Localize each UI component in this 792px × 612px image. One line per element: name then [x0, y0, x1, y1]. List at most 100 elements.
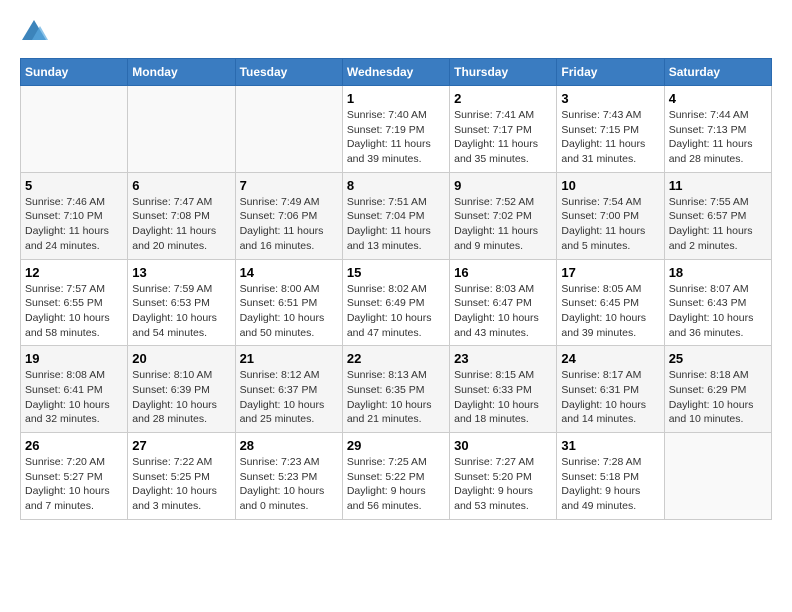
- day-info: Sunrise: 7:44 AM Sunset: 7:13 PM Dayligh…: [669, 108, 767, 167]
- col-header-thursday: Thursday: [450, 59, 557, 86]
- calendar-cell: 5Sunrise: 7:46 AM Sunset: 7:10 PM Daylig…: [21, 172, 128, 259]
- day-info: Sunrise: 8:05 AM Sunset: 6:45 PM Dayligh…: [561, 282, 659, 341]
- day-info: Sunrise: 7:54 AM Sunset: 7:00 PM Dayligh…: [561, 195, 659, 254]
- col-header-sunday: Sunday: [21, 59, 128, 86]
- col-header-friday: Friday: [557, 59, 664, 86]
- calendar-cell: 1 Sunrise: 7:40 AM Sunset: 7:19 PM Daylig…: [342, 86, 449, 173]
- calendar-cell: 13Sunrise: 7:59 AM Sunset: 6:53 PM Dayli…: [128, 259, 235, 346]
- logo-icon: [20, 18, 48, 46]
- day-number: 17: [561, 265, 659, 280]
- calendar-cell: 28 Sunrise: 7:23 AM Sunset: 5:23 PM Dayli…: [235, 433, 342, 520]
- calendar-cell: 4 Sunrise: 7:44 AM Sunset: 7:13 PM Daylig…: [664, 86, 771, 173]
- day-info: Sunrise: 7:46 AM Sunset: 7:10 PM Dayligh…: [25, 195, 123, 254]
- calendar-cell: 25Sunrise: 8:18 AM Sunset: 6:29 PM Dayli…: [664, 346, 771, 433]
- day-info: Sunrise: 7:55 AM Sunset: 6:57 PM Dayligh…: [669, 195, 767, 254]
- day-info: Sunrise: 7:59 AM Sunset: 6:53 PM Dayligh…: [132, 282, 230, 341]
- calendar-cell: [235, 86, 342, 173]
- calendar-cell: 7 Sunrise: 7:49 AM Sunset: 7:06 PM Daylig…: [235, 172, 342, 259]
- calendar-cell: 29 Sunrise: 7:25 AM Sunset: 5:22 PM Dayli…: [342, 433, 449, 520]
- col-header-saturday: Saturday: [664, 59, 771, 86]
- calendar-cell: [128, 86, 235, 173]
- day-info: Sunrise: 7:25 AM Sunset: 5:22 PM Dayligh…: [347, 455, 445, 514]
- day-info: Sunrise: 7:57 AM Sunset: 6:55 PM Dayligh…: [25, 282, 123, 341]
- col-header-wednesday: Wednesday: [342, 59, 449, 86]
- day-number: 25: [669, 351, 767, 366]
- calendar-header: SundayMondayTuesdayWednesdayThursdayFrid…: [21, 59, 772, 86]
- day-info: Sunrise: 7:20 AM Sunset: 5:27 PM Dayligh…: [25, 455, 123, 514]
- calendar-table: SundayMondayTuesdayWednesdayThursdayFrid…: [20, 58, 772, 520]
- calendar-cell: 19 Sunrise: 8:08 AM Sunset: 6:41 PM Dayli…: [21, 346, 128, 433]
- calendar-cell: 30Sunrise: 7:27 AM Sunset: 5:20 PM Dayli…: [450, 433, 557, 520]
- day-info: Sunrise: 7:51 AM Sunset: 7:04 PM Dayligh…: [347, 195, 445, 254]
- day-number: 22: [347, 351, 445, 366]
- day-number: 2: [454, 91, 552, 106]
- calendar-cell: 20 Sunrise: 8:10 AM Sunset: 6:39 PM Dayli…: [128, 346, 235, 433]
- day-number: 15: [347, 265, 445, 280]
- day-info: Sunrise: 7:49 AM Sunset: 7:06 PM Dayligh…: [240, 195, 338, 254]
- day-number: 19: [25, 351, 123, 366]
- day-number: 24: [561, 351, 659, 366]
- calendar-cell: 27 Sunrise: 7:22 AM Sunset: 5:25 PM Dayli…: [128, 433, 235, 520]
- logo: [20, 20, 51, 48]
- day-info: Sunrise: 7:43 AM Sunset: 7:15 PM Dayligh…: [561, 108, 659, 167]
- calendar-cell: 2 Sunrise: 7:41 AM Sunset: 7:17 PM Daylig…: [450, 86, 557, 173]
- day-info: Sunrise: 8:03 AM Sunset: 6:47 PM Dayligh…: [454, 282, 552, 341]
- calendar-cell: 21 Sunrise: 8:12 AM Sunset: 6:37 PM Dayli…: [235, 346, 342, 433]
- day-number: 21: [240, 351, 338, 366]
- calendar-cell: 6Sunrise: 7:47 AM Sunset: 7:08 PM Daylig…: [128, 172, 235, 259]
- day-number: 3: [561, 91, 659, 106]
- calendar-cell: 3 Sunrise: 7:43 AM Sunset: 7:15 PM Daylig…: [557, 86, 664, 173]
- day-number: 23: [454, 351, 552, 366]
- day-info: Sunrise: 7:41 AM Sunset: 7:17 PM Dayligh…: [454, 108, 552, 167]
- day-number: 16: [454, 265, 552, 280]
- col-header-monday: Monday: [128, 59, 235, 86]
- col-header-tuesday: Tuesday: [235, 59, 342, 86]
- day-number: 12: [25, 265, 123, 280]
- calendar-cell: 17 Sunrise: 8:05 AM Sunset: 6:45 PM Dayli…: [557, 259, 664, 346]
- day-info: Sunrise: 7:22 AM Sunset: 5:25 PM Dayligh…: [132, 455, 230, 514]
- calendar-cell: [664, 433, 771, 520]
- day-info: Sunrise: 8:10 AM Sunset: 6:39 PM Dayligh…: [132, 368, 230, 427]
- day-info: Sunrise: 7:28 AM Sunset: 5:18 PM Dayligh…: [561, 455, 659, 514]
- day-number: 31: [561, 438, 659, 453]
- calendar-week-1: 1 Sunrise: 7:40 AM Sunset: 7:19 PM Daylig…: [21, 86, 772, 173]
- calendar-cell: 15 Sunrise: 8:02 AM Sunset: 6:49 PM Dayli…: [342, 259, 449, 346]
- calendar-week-2: 5Sunrise: 7:46 AM Sunset: 7:10 PM Daylig…: [21, 172, 772, 259]
- day-number: 27: [132, 438, 230, 453]
- day-info: Sunrise: 8:00 AM Sunset: 6:51 PM Dayligh…: [240, 282, 338, 341]
- calendar-week-4: 19 Sunrise: 8:08 AM Sunset: 6:41 PM Dayli…: [21, 346, 772, 433]
- day-number: 20: [132, 351, 230, 366]
- day-info: Sunrise: 8:17 AM Sunset: 6:31 PM Dayligh…: [561, 368, 659, 427]
- day-number: 1: [347, 91, 445, 106]
- day-number: 9: [454, 178, 552, 193]
- day-info: Sunrise: 8:07 AM Sunset: 6:43 PM Dayligh…: [669, 282, 767, 341]
- day-info: Sunrise: 8:13 AM Sunset: 6:35 PM Dayligh…: [347, 368, 445, 427]
- day-info: Sunrise: 8:15 AM Sunset: 6:33 PM Dayligh…: [454, 368, 552, 427]
- calendar-cell: 16 Sunrise: 8:03 AM Sunset: 6:47 PM Dayli…: [450, 259, 557, 346]
- day-info: Sunrise: 8:08 AM Sunset: 6:41 PM Dayligh…: [25, 368, 123, 427]
- calendar-cell: 31 Sunrise: 7:28 AM Sunset: 5:18 PM Dayli…: [557, 433, 664, 520]
- day-info: Sunrise: 7:47 AM Sunset: 7:08 PM Dayligh…: [132, 195, 230, 254]
- day-number: 7: [240, 178, 338, 193]
- day-number: 28: [240, 438, 338, 453]
- calendar-week-5: 26Sunrise: 7:20 AM Sunset: 5:27 PM Dayli…: [21, 433, 772, 520]
- day-info: Sunrise: 8:02 AM Sunset: 6:49 PM Dayligh…: [347, 282, 445, 341]
- calendar-cell: 22 Sunrise: 8:13 AM Sunset: 6:35 PM Dayli…: [342, 346, 449, 433]
- day-info: Sunrise: 7:23 AM Sunset: 5:23 PM Dayligh…: [240, 455, 338, 514]
- day-number: 4: [669, 91, 767, 106]
- calendar-cell: 9Sunrise: 7:52 AM Sunset: 7:02 PM Daylig…: [450, 172, 557, 259]
- calendar-cell: 24 Sunrise: 8:17 AM Sunset: 6:31 PM Dayli…: [557, 346, 664, 433]
- day-info: Sunrise: 7:40 AM Sunset: 7:19 PM Dayligh…: [347, 108, 445, 167]
- day-number: 10: [561, 178, 659, 193]
- calendar-cell: 23 Sunrise: 8:15 AM Sunset: 6:33 PM Dayli…: [450, 346, 557, 433]
- calendar-cell: 11Sunrise: 7:55 AM Sunset: 6:57 PM Dayli…: [664, 172, 771, 259]
- day-info: Sunrise: 8:12 AM Sunset: 6:37 PM Dayligh…: [240, 368, 338, 427]
- calendar-cell: 10 Sunrise: 7:54 AM Sunset: 7:00 PM Dayli…: [557, 172, 664, 259]
- day-number: 29: [347, 438, 445, 453]
- calendar-cell: 26Sunrise: 7:20 AM Sunset: 5:27 PM Dayli…: [21, 433, 128, 520]
- calendar-cell: 12 Sunrise: 7:57 AM Sunset: 6:55 PM Dayli…: [21, 259, 128, 346]
- day-number: 8: [347, 178, 445, 193]
- day-number: 18: [669, 265, 767, 280]
- calendar-cell: 14Sunrise: 8:00 AM Sunset: 6:51 PM Dayli…: [235, 259, 342, 346]
- calendar-cell: [21, 86, 128, 173]
